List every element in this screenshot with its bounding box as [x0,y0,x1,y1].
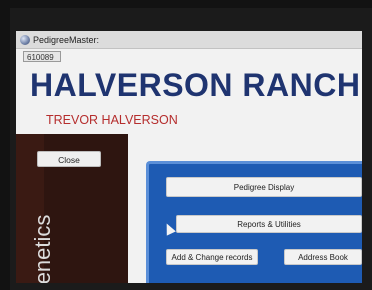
owner-name: TREVOR HALVERSON [46,113,178,127]
sidebar-section-label: Genetics [30,214,55,283]
reports-utilities-button[interactable]: Reports & Utilities [176,215,362,233]
pedigree-display-button[interactable]: Pedigree Display [166,177,362,197]
app-window: PedigreeMaster: 610089 HALVERSON RANCH T… [16,31,362,283]
add-change-records-button[interactable]: Add & Change records [166,249,258,265]
record-id-field[interactable]: 610089 [23,51,61,62]
app-icon [20,34,30,45]
window-title: PedigreeMaster: [33,34,100,45]
close-button[interactable]: Close [37,151,101,167]
address-book-button[interactable]: Address Book [284,249,362,265]
ranch-title: HALVERSON RANCH [30,67,361,103]
title-bar: PedigreeMaster: [16,31,362,49]
